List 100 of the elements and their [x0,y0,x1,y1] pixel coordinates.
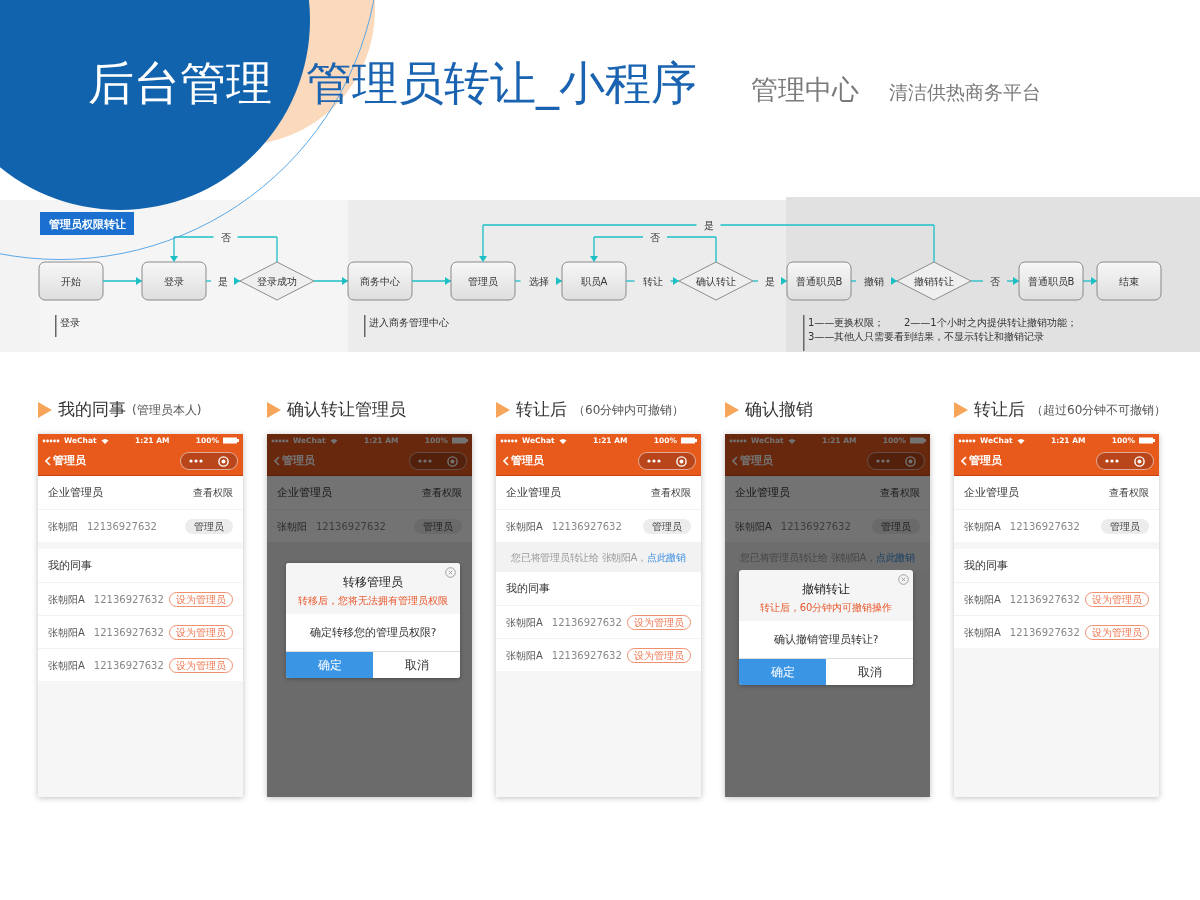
wifi-icon [329,437,338,444]
undo-link[interactable]: 点此撤销 [646,549,686,565]
flow-arrow [313,277,349,285]
dialog-warning: 转让后，60分钟内可撤销操作 [759,601,893,615]
screen-caption: 我的同事 [58,398,126,422]
nav-title: 管理员 [969,452,1002,469]
page-title: 后台管理 [88,60,272,106]
capsule-control[interactable] [409,452,467,470]
target-icon [1134,455,1146,467]
close-icon[interactable] [898,574,909,585]
arrow-label: 是 [218,276,228,287]
set-admin-button[interactable]: 设为管理员 [169,624,233,640]
process-box: 普通职员B [1018,261,1084,301]
view-permissions-link[interactable]: 查看权限 [880,485,920,500]
nav-title: 管理员 [511,452,544,469]
view-permissions-link[interactable]: 查看权限 [193,485,233,500]
target-icon [905,455,917,467]
signal-icon [729,437,747,444]
battery-icon [223,437,239,444]
note-text: 进入商务管理中心 [369,317,449,328]
signal-icon [271,437,289,444]
process-box: 登录 [141,261,207,301]
process-box: 职员A [561,261,627,301]
undo-link[interactable]: 点此撤销 [875,549,915,565]
set-admin-button[interactable]: 设为管理员 [627,647,691,663]
section-tag: 管理员权限转让 [40,212,134,235]
view-permissions-link[interactable]: 查看权限 [1109,485,1149,500]
set-admin-button[interactable]: 设为管理员 [1085,624,1149,640]
member-phone: 12136927632 [1009,592,1080,607]
battery-icon [681,437,697,444]
decision-diamond: 登录成功 [239,261,315,301]
set-admin-button[interactable]: 设为管理员 [169,657,233,673]
dialog-warning: 转移后，您将无法拥有管理员权限 [298,594,448,608]
target-icon [676,455,688,467]
member-phone: 12136927632 [93,625,164,640]
arrow-label: 是 [765,276,775,287]
member-name: 张朝阳A [506,615,543,630]
flow-arrow [411,277,452,285]
caption-note: (管理员本人) [132,402,202,419]
member-name: 张朝阳A [506,519,543,534]
dialog-title: 撤销转让 [802,581,850,598]
member-phone: 12136927632 [93,658,164,673]
member-phone: 12136927632 [551,615,622,630]
member-phone: 12136927632 [551,648,622,663]
view-permissions-link[interactable]: 查看权限 [422,485,462,500]
capsule-control[interactable] [867,452,925,470]
cancel-button[interactable]: 取消 [373,652,460,678]
note-text: 2——1个小时之内提供转让撤销功能； [904,317,1077,328]
decision-diamond: 确认转让 [678,261,754,301]
row-label: 企业管理员 [48,484,103,500]
cancel-button[interactable]: 取消 [826,659,913,685]
screen-caption: 确认撤销 [745,398,813,422]
wifi-icon [787,437,796,444]
close-icon[interactable] [445,567,456,578]
back-icon [503,456,509,466]
role-tag: 管理员 [1101,518,1149,534]
capsule-control[interactable] [1096,452,1154,470]
back-icon [732,456,738,466]
member-name: 张朝阳 [48,519,78,534]
triangle-icon [38,402,52,418]
row-label: 企业管理员 [735,484,790,500]
arrow-label: 否 [990,276,1000,287]
dialog-question: 确认撤销管理员转让? [772,631,880,647]
member-name: 张朝阳A [964,519,1001,534]
arrow-label: 否 [650,232,660,243]
role-tag: 管理员 [643,518,691,534]
section-heading: 我的同事 [506,580,550,596]
dialog-question: 确定转移您的管理员权限? [308,624,438,640]
triangle-icon [725,402,739,418]
flow-arrow [1082,277,1098,285]
capsule-control[interactable] [638,452,696,470]
set-admin-button[interactable]: 设为管理员 [627,614,691,630]
arrow-label: 转让 [642,276,663,287]
process-box: 普通职员B [786,261,852,301]
process-box: 开始 [38,261,104,301]
confirm-button[interactable]: 确定 [286,652,373,678]
arrow-label: 撤销 [864,276,884,287]
member-name: 张朝阳A [735,519,772,534]
connector-line [173,236,215,238]
set-admin-button[interactable]: 设为管理员 [169,591,233,607]
nav-title: 管理员 [53,452,86,469]
member-phone: 12136927632 [87,519,157,534]
signal-icon [42,437,60,444]
more-icon [188,459,203,463]
flow-arrow [590,236,598,262]
notice-text: 您已将管理员转让给 张朝阳A， [511,550,647,565]
confirm-button[interactable]: 确定 [739,659,826,685]
capsule-control[interactable] [180,452,238,470]
dialog-title: 转移管理员 [343,574,403,591]
arrow-label: 否 [220,232,231,243]
set-admin-button[interactable]: 设为管理员 [1085,591,1149,607]
view-permissions-link[interactable]: 查看权限 [651,485,691,500]
role-tag: 管理员 [414,518,462,534]
note-text: 1——更换权限； [808,317,885,328]
note-text: 登录 [60,317,80,328]
role-tag: 管理员 [872,518,920,534]
member-name: 张朝阳A [506,648,543,663]
signal-icon [500,437,518,444]
member-name: 张朝阳A [48,625,85,640]
platform-label: 清洁供热商务平台 [889,83,1041,102]
